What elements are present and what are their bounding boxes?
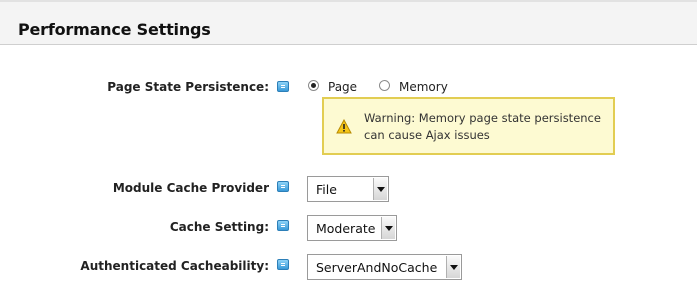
- module-cache-value: File: [316, 182, 337, 197]
- section-title: Performance Settings: [18, 20, 211, 39]
- section-header: Performance Settings: [0, 2, 697, 45]
- module-cache-select[interactable]: File: [307, 176, 389, 202]
- help-icon[interactable]: [277, 181, 289, 192]
- radio-page-label[interactable]: Page: [328, 80, 357, 94]
- authenticated-cacheability-value: ServerAndNoCache: [316, 260, 438, 275]
- help-icon[interactable]: [277, 220, 289, 231]
- warning-icon: [336, 119, 352, 134]
- cache-setting-select[interactable]: Moderate: [307, 215, 397, 241]
- warning-box: Warning: Memory page state persistence c…: [322, 97, 615, 155]
- chevron-down-icon[interactable]: [381, 217, 395, 239]
- help-icon[interactable]: [277, 81, 289, 92]
- module-cache-label: Module Cache Provider: [112, 181, 269, 195]
- page-state-label: Page State Persistence:: [107, 80, 269, 94]
- radio-page[interactable]: [308, 80, 319, 91]
- cache-setting-value: Moderate: [316, 221, 376, 236]
- chevron-down-icon[interactable]: [373, 178, 387, 200]
- warning-text: Warning: Memory page state persistence c…: [364, 111, 601, 142]
- radio-memory-label[interactable]: Memory: [399, 80, 448, 94]
- help-icon[interactable]: [277, 259, 289, 270]
- cache-setting-label: Cache Setting:: [169, 220, 269, 234]
- authenticated-cacheability-select[interactable]: ServerAndNoCache: [307, 254, 462, 280]
- radio-memory[interactable]: [379, 80, 390, 91]
- chevron-down-icon[interactable]: [446, 256, 460, 278]
- authenticated-cacheability-label: Authenticated Cacheability:: [80, 259, 269, 273]
